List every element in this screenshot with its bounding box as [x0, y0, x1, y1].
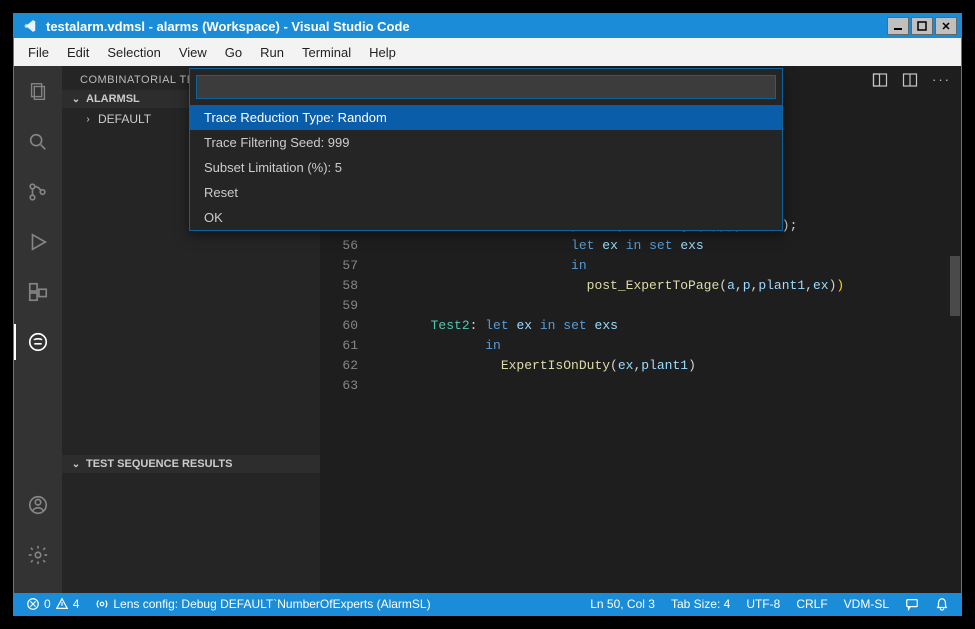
menu-run[interactable]: Run	[252, 41, 292, 64]
code-line: 62 ExpertIsOnDuty(ex,plant1)	[320, 356, 961, 376]
error-count: 0	[44, 597, 51, 611]
results-section[interactable]: ⌄ TEST SEQUENCE RESULTS	[62, 455, 320, 473]
status-lens[interactable]: Lens config: Debug DEFAULT`NumberOfExper…	[91, 597, 434, 611]
line-number: 59	[320, 296, 376, 316]
line-number: 58	[320, 276, 376, 296]
quick-input-list: Trace Reduction Type: Random Trace Filte…	[190, 105, 782, 230]
warning-icon	[55, 597, 69, 611]
scrollbar[interactable]	[949, 66, 961, 593]
status-eol[interactable]: CRLF	[792, 597, 831, 611]
run-debug-icon[interactable]	[14, 224, 62, 260]
quick-input: Trace Reduction Type: Random Trace Filte…	[189, 68, 783, 231]
explorer-icon[interactable]	[14, 74, 62, 110]
warning-count: 4	[73, 597, 80, 611]
error-icon	[26, 597, 40, 611]
line-number: 56	[320, 236, 376, 256]
minimize-button[interactable]	[887, 17, 909, 35]
line-number: 62	[320, 356, 376, 376]
combinatorial-test-icon[interactable]	[14, 324, 62, 360]
source-control-icon[interactable]	[14, 174, 62, 210]
menu-view[interactable]: View	[171, 41, 215, 64]
code-line: 63	[320, 376, 961, 396]
quick-item[interactable]: Trace Reduction Type: Random	[190, 105, 782, 130]
menu-selection[interactable]: Selection	[99, 41, 168, 64]
app-window: testalarm.vdmsl - alarms (Workspace) - V…	[13, 13, 962, 616]
tree-item-label: DEFAULT	[98, 112, 151, 126]
statusbar: 0 4 Lens config: Debug DEFAULT`NumberOfE…	[14, 593, 961, 615]
maximize-button[interactable]	[911, 17, 933, 35]
line-number: 60	[320, 316, 376, 336]
extensions-icon[interactable]	[14, 274, 62, 310]
menu-terminal[interactable]: Terminal	[294, 41, 359, 64]
code-line: 61 in	[320, 336, 961, 356]
section-label: ALARMSL	[86, 93, 140, 105]
close-button[interactable]	[935, 17, 957, 35]
scroll-thumb[interactable]	[950, 256, 960, 316]
code-line: 57 in	[320, 256, 961, 276]
window-title: testalarm.vdmsl - alarms (Workspace) - V…	[46, 19, 887, 34]
chevron-down-icon: ⌄	[70, 94, 82, 105]
chevron-right-icon: ›	[82, 114, 94, 125]
code-line: 58 post_ExpertToPage(a,p,plant1,ex))	[320, 276, 961, 296]
quick-item[interactable]: Trace Filtering Seed: 999	[190, 130, 782, 155]
lens-label: Lens config: Debug DEFAULT`NumberOfExper…	[113, 597, 430, 611]
search-icon[interactable]	[14, 124, 62, 160]
vscode-icon	[22, 18, 38, 34]
menubar: File Edit Selection View Go Run Terminal…	[14, 38, 961, 66]
chevron-down-icon: ⌄	[70, 459, 82, 470]
status-tabsize[interactable]: Tab Size: 4	[667, 597, 734, 611]
accounts-icon[interactable]	[14, 487, 62, 523]
workbench: COMBINATORIAL TEST ⌄ ALARMSL › DEFAULT ⌄…	[14, 66, 961, 593]
broadcast-icon	[95, 597, 109, 611]
results-label: TEST SEQUENCE RESULTS	[86, 458, 232, 470]
bell-icon[interactable]	[931, 597, 953, 611]
code-line: 56 let ex in set exs	[320, 236, 961, 256]
quick-item[interactable]: Reset	[190, 180, 782, 205]
status-encoding[interactable]: UTF-8	[742, 597, 784, 611]
quick-item[interactable]: OK	[190, 205, 782, 230]
code-line: 59	[320, 296, 961, 316]
window-controls	[887, 17, 957, 35]
status-lang[interactable]: VDM-SL	[840, 597, 893, 611]
menu-go[interactable]: Go	[217, 41, 250, 64]
line-number: 61	[320, 336, 376, 356]
menu-edit[interactable]: Edit	[59, 41, 97, 64]
activitybar	[14, 66, 62, 593]
status-lncol[interactable]: Ln 50, Col 3	[586, 597, 659, 611]
feedback-icon[interactable]	[901, 597, 923, 611]
menu-file[interactable]: File	[20, 41, 57, 64]
line-number: 57	[320, 256, 376, 276]
status-problems[interactable]: 0 4	[22, 597, 83, 611]
line-number: 63	[320, 376, 376, 396]
quick-input-field[interactable]	[196, 75, 776, 99]
code-line: 60 Test2: let ex in set exs	[320, 316, 961, 336]
titlebar: testalarm.vdmsl - alarms (Workspace) - V…	[14, 14, 961, 38]
menu-help[interactable]: Help	[361, 41, 404, 64]
settings-gear-icon[interactable]	[14, 537, 62, 573]
quick-item[interactable]: Subset Limitation (%): 5	[190, 155, 782, 180]
